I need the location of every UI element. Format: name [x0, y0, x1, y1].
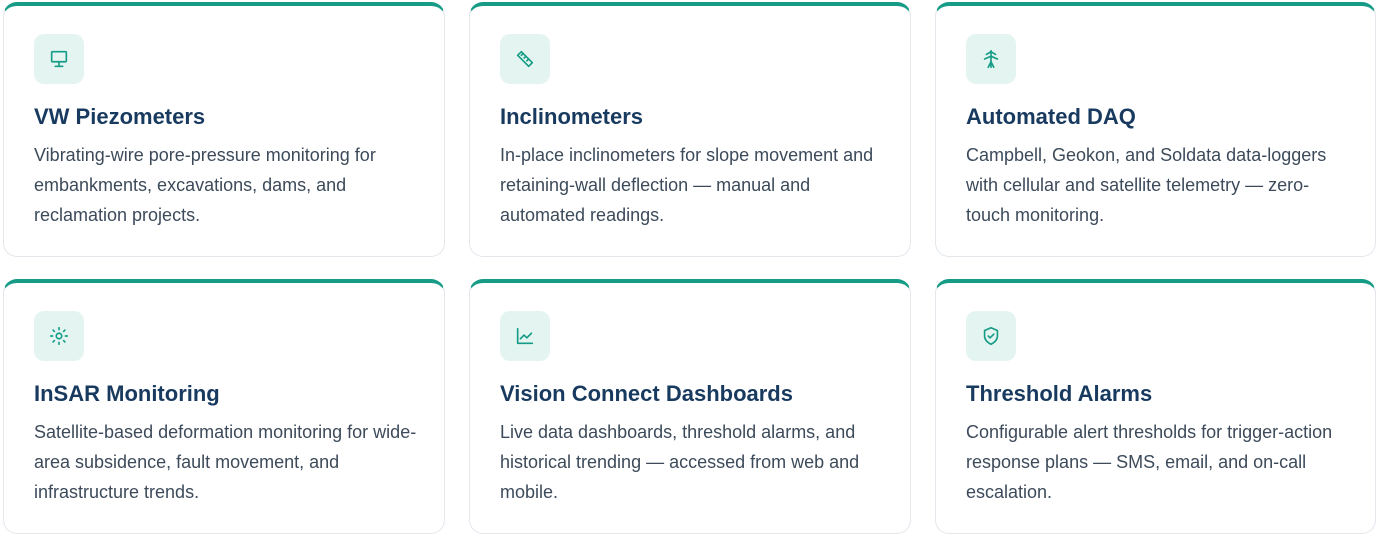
- card-description: Vibrating-wire pore-pressure monitoring …: [34, 145, 376, 225]
- card-title: Automated DAQ: [966, 104, 1136, 129]
- service-card-vw-piezometers: VW Piezometers Vibrating-wire pore-press…: [3, 2, 445, 257]
- card-title: Vision Connect Dashboards: [500, 381, 793, 406]
- monitor-icon: [34, 34, 84, 84]
- card-description: In-place inclinometers for slope movemen…: [500, 145, 874, 225]
- card-description: Configurable alert thresholds for trigge…: [966, 422, 1333, 502]
- ruler-icon: [500, 34, 550, 84]
- services-grid: VW Piezometers Vibrating-wire pore-press…: [0, 0, 1376, 534]
- card-description: Live data dashboards, threshold alarms, …: [500, 422, 860, 502]
- card-description: Satellite-based deformation monitoring f…: [34, 422, 417, 502]
- sun-icon: [34, 311, 84, 361]
- line-chart-icon: [500, 311, 550, 361]
- service-card-automated-daq: Automated DAQ Campbell, Geokon, and Sold…: [935, 2, 1376, 257]
- card-title: Inclinometers: [500, 104, 644, 129]
- card-title: VW Piezometers: [34, 104, 206, 129]
- shield-check-icon: [966, 311, 1016, 361]
- service-card-vision-connect-dashboards: Vision Connect Dashboards Live data dash…: [469, 279, 911, 534]
- card-title: Threshold Alarms: [966, 381, 1153, 406]
- antenna-icon: [966, 34, 1016, 84]
- service-card-inclinometers: Inclinometers In-place inclinometers for…: [469, 2, 911, 257]
- card-description: Campbell, Geokon, and Soldata data-logge…: [966, 145, 1327, 225]
- service-card-insar-monitoring: InSAR Monitoring Satellite-based deforma…: [3, 279, 445, 534]
- card-title: InSAR Monitoring: [34, 381, 220, 406]
- service-card-threshold-alarms: Threshold Alarms Configurable alert thre…: [935, 279, 1376, 534]
